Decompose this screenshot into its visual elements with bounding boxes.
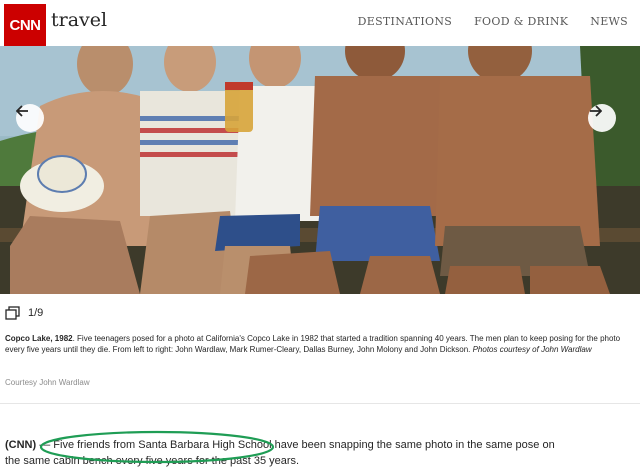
- left-arrow-icon: [16, 105, 28, 117]
- site-header: CNN travel DESTINATIONS FOOD & DRINK NEW…: [0, 0, 640, 46]
- cnn-logo[interactable]: CNN: [4, 4, 46, 46]
- gallery-icon: [5, 306, 20, 320]
- section-name[interactable]: travel: [51, 9, 107, 31]
- nav-news[interactable]: NEWS: [590, 15, 628, 28]
- caption-title: Copco Lake, 1982: [5, 334, 73, 343]
- photo-caption: Copco Lake, 1982. Five teenagers posed f…: [5, 333, 633, 355]
- next-photo-button[interactable]: [588, 104, 616, 132]
- photo-credit: Courtesy John Wardlaw: [5, 378, 90, 387]
- prev-photo-button[interactable]: [16, 104, 44, 132]
- main-nav: DESTINATIONS FOOD & DRINK NEWS: [358, 15, 640, 28]
- article-dateline: (CNN): [5, 439, 37, 451]
- gallery-counter-label: 1/9: [28, 307, 44, 319]
- nav-destinations[interactable]: DESTINATIONS: [358, 15, 453, 28]
- gallery-photo: [0, 46, 640, 294]
- right-arrow-icon: [590, 105, 602, 117]
- photo-illustration: [0, 46, 640, 294]
- caption-courtesy: Photos courtesy of John Wardlaw: [472, 345, 592, 354]
- gallery-counter[interactable]: 1/9: [5, 306, 43, 320]
- divider: [0, 403, 640, 404]
- highlight-circle-annotation: [39, 430, 275, 464]
- nav-food-drink[interactable]: FOOD & DRINK: [474, 15, 568, 28]
